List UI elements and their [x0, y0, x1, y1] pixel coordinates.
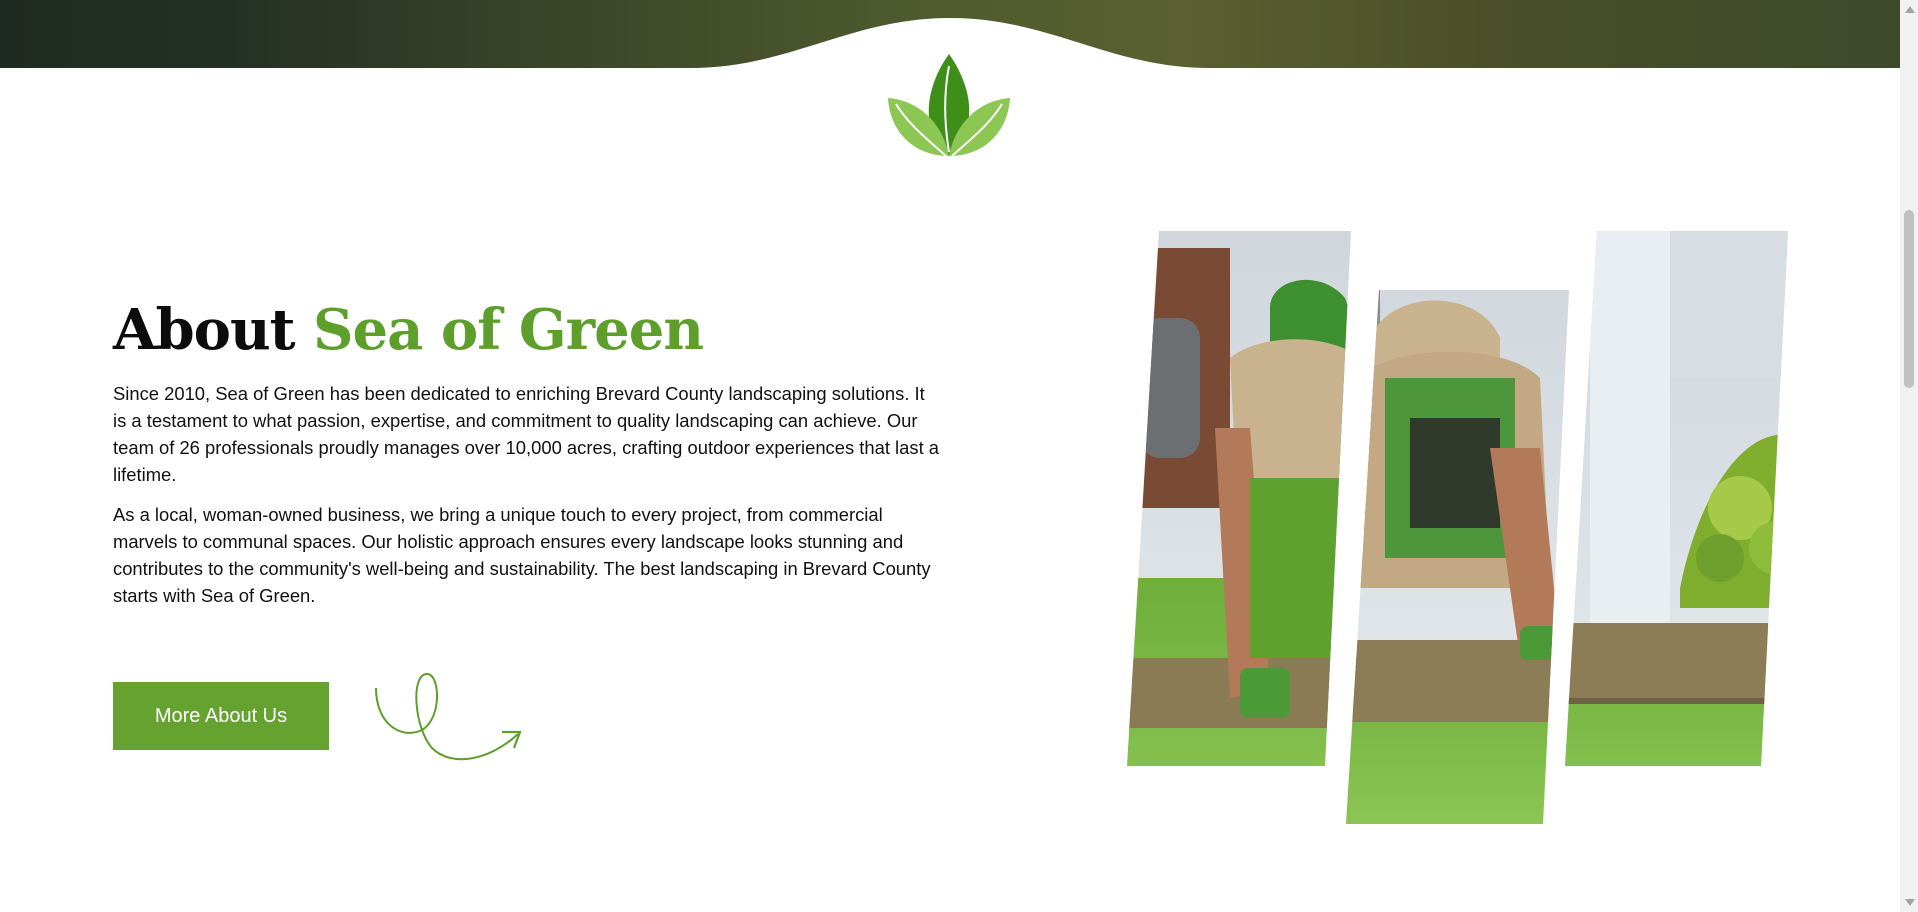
about-heading-prefix: About — [113, 297, 296, 363]
scrollbar-thumb[interactable] — [1904, 210, 1914, 388]
about-heading: About Sea of Green — [113, 297, 704, 363]
swirl-arrow-icon — [375, 672, 522, 761]
about-heading-accent: Sea of Green — [313, 297, 704, 363]
collage-panel-right — [1565, 231, 1788, 766]
about-paragraph-1: Since 2010, Sea of Green has been dedica… — [113, 383, 940, 485]
landscaper-photo-collage[interactable] — [1120, 228, 1800, 828]
collage-panel-left — [1127, 231, 1351, 766]
scroll-up-arrow-icon[interactable] — [1905, 6, 1915, 13]
collage-panel-middle — [1346, 290, 1569, 824]
more-about-us-button[interactable]: More About Us — [113, 682, 329, 750]
leaf-sprout-logo-icon — [888, 54, 1010, 157]
page-scrollbar[interactable] — [1900, 0, 1918, 912]
about-paragraph-2: As a local, woman-owned business, we bri… — [113, 504, 931, 606]
scroll-down-arrow-icon[interactable] — [1905, 899, 1915, 906]
